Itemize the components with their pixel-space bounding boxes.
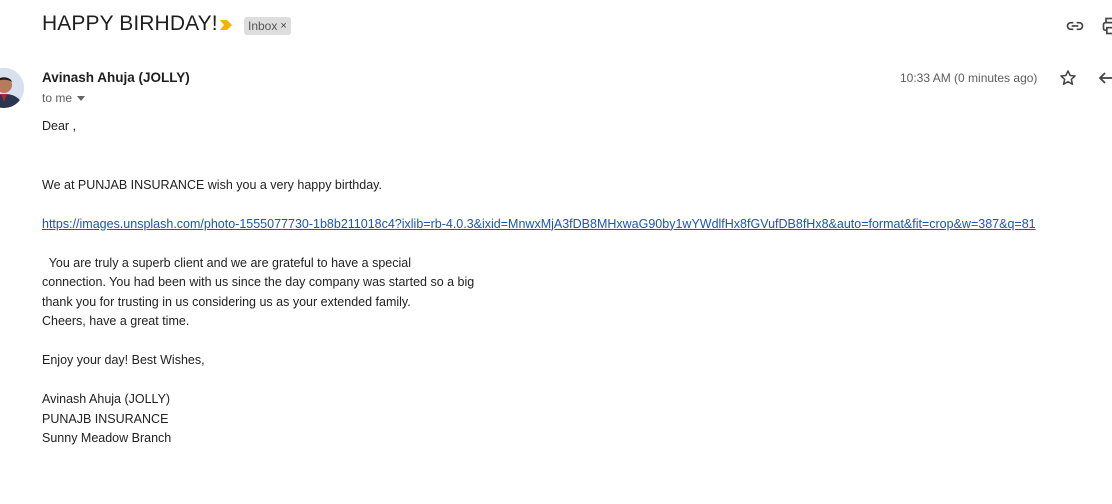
signature-branch: Sunny Meadow Branch [42, 431, 172, 445]
greeting: Dear , [42, 119, 77, 133]
label-chip-inbox: Inbox × [244, 17, 291, 35]
email-view: HAPPY BIRHDAY! Inbox × Avinash Ahuja (JO… [0, 0, 1112, 504]
star-icon[interactable] [1058, 68, 1078, 88]
sender-name[interactable]: Avinash Ahuja (JOLLY) [42, 70, 190, 85]
wishes-text: Enjoy your day! Best Wishes, [42, 353, 205, 367]
signature-name: Avinash Ahuja (JOLLY) [42, 392, 171, 406]
email-timestamp: 10:33 AM (0 minutes ago) [900, 71, 1038, 85]
importance-marker-icon[interactable] [219, 19, 233, 31]
link-line: https://images.unsplash.com/photo-155507… [42, 215, 1102, 235]
recipient-details-toggle[interactable]: to me [42, 91, 86, 105]
reply-icon[interactable] [1098, 70, 1112, 86]
email-subject: HAPPY BIRHDAY! [42, 12, 218, 35]
signature-company: PUNAJB INSURANCE [42, 411, 169, 426]
chevron-down-icon [77, 96, 86, 101]
image-link[interactable]: https://images.unsplash.com/photo-155507… [42, 217, 1036, 231]
avatar-image [0, 68, 24, 108]
paragraph-line: You are truly a superb client and we are… [42, 255, 411, 270]
label-chip-text: Inbox [248, 19, 278, 33]
paragraph-line: thank you for trusting in us considering… [42, 294, 411, 309]
avatar[interactable] [0, 68, 24, 108]
print-icon[interactable] [1100, 16, 1112, 36]
link-icon[interactable] [1064, 16, 1086, 36]
paragraph-line: Cheers, have a great time. [42, 314, 190, 328]
intro-text: We at PUNJAB INSURANCE wish you a very h… [42, 177, 382, 192]
email-body: Dear , We at PUNJAB INSURANCE wish you a… [42, 117, 1102, 449]
paragraph-line: connection. You had been with us since t… [42, 275, 475, 289]
recipient-text: to me [42, 91, 73, 105]
remove-label-button[interactable]: × [280, 20, 286, 32]
